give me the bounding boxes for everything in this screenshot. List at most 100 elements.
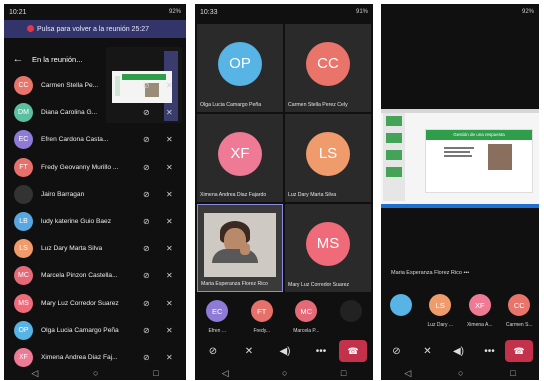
android-nav-bar: ◁ ○ □ [4,366,186,380]
camera-off-icon: ⊘ [143,162,150,172]
status-bar: 10:21 92% [4,4,186,20]
mic-off-icon: ✕ [166,325,173,335]
call-controls: ⊘ ✕ ◀) ••• ☎ [381,338,539,364]
nav-home-icon[interactable]: ○ [282,368,287,378]
avatar: EC [14,130,33,150]
participant-row[interactable]: CC Carmen Stella Pe... ⊘ ✕ [4,72,186,99]
mic-off-icon: ✕ [166,189,173,199]
video-tile[interactable]: Maria Esperanza Florez Rico [197,204,283,292]
presenter-name: Maria Esperanza Florez Rico ••• [391,270,470,276]
return-to-meeting-banner[interactable]: Pulsa para volver a la reunión 25:27 [4,20,186,38]
slide-title: Gestión de una respuesta [426,130,532,140]
participant-name: ludy katerine Guio Baez [41,218,112,226]
avatar: OP [218,41,262,86]
video-tile[interactable]: MS Mary Luz Corredor Suarez [285,204,371,292]
battery-status: 91% [355,9,368,15]
recording-dot-icon [27,25,34,32]
slide-thumbnails [383,113,405,201]
nav-recent-icon[interactable]: □ [510,368,515,378]
mic-off-icon[interactable]: ✕ [231,346,267,357]
participant-row[interactable]: EC Efren Cardona Casta... ⊘ ✕ [4,126,186,153]
avatar: CC [306,41,350,86]
hang-up-button[interactable]: ☎ [339,340,367,362]
camera-off-icon: ⊘ [143,271,150,281]
mini-participant[interactable] [329,296,374,336]
more-options-icon[interactable]: ••• [474,346,505,357]
participant-row[interactable]: LS Luz Dary Marta Silva ⊘ ✕ [4,235,186,262]
speaker-icon[interactable]: ◀) [267,346,303,357]
avatar: LB [14,212,33,232]
mini-participant[interactable] [381,290,421,330]
participant-strip: LS Luz Dary ... XF Ximena A... CC Carmen S... [381,290,539,330]
mini-participant[interactable]: CC Carmen S... [500,290,540,330]
participant-row[interactable]: MC Marcela Pinzon Castella... ⊘ ✕ [4,262,186,289]
tile-name: Luz Dary Marta Silva [288,192,337,198]
status-icons: 92% [168,9,181,15]
camera-off-icon: ⊘ [143,108,150,118]
mic-off-icon: ✕ [166,271,173,281]
hang-up-button[interactable]: ☎ [505,340,533,362]
more-options-icon[interactable]: ••• [303,346,339,357]
avatar: XF [218,131,262,176]
nav-recent-icon[interactable]: □ [153,368,158,378]
mini-participant[interactable]: XF Ximena A... [460,290,500,330]
video-tile[interactable]: OP Olga Lucia Camargo Peña [197,24,283,112]
mic-off-icon: ✕ [166,135,173,145]
participant-list: CC Carmen Stella Pe... ⊘ ✕ DM Diana Carolina … [4,72,186,371]
mini-name: Ximena A... [466,322,493,328]
mini-name: Efren ... [208,328,226,334]
nav-recent-icon[interactable]: □ [341,368,346,378]
nav-back-icon[interactable]: ◁ [404,368,411,379]
mini-name: Carmen S... [505,322,533,328]
camera-off-icon: ⊘ [143,244,150,254]
video-tile[interactable]: CC Carmen Stella Perez Cely [285,24,371,112]
participant-row[interactable]: LB ludy katerine Guio Baez ⊘ ✕ [4,208,186,235]
camera-off-icon[interactable]: ⊘ [381,346,412,357]
status-time: 10:21 [9,8,27,16]
mini-name: Fredy... [253,328,271,334]
status-time: 10:33 [200,8,218,16]
mic-off-icon[interactable]: ✕ [412,346,443,357]
nav-back-icon[interactable]: ◁ [222,368,229,379]
camera-off-icon[interactable]: ⊘ [195,346,231,357]
participant-row[interactable]: Jairo Barragan ⊘ ✕ [4,181,186,208]
camera-off-icon: ⊘ [143,216,150,226]
mini-participant[interactable]: FT Fredy... [240,296,285,336]
avatar: FT [250,300,273,322]
avatar: MC [14,266,33,286]
avatar: LS [14,239,33,259]
video-tile[interactable]: LS Luz Dary Marta Silva [285,114,371,202]
nav-home-icon[interactable]: ○ [458,368,463,378]
participant-name: Fredy Geovanny Murillo ... [41,163,119,171]
participant-row[interactable]: OP Olga Lucia Camargo Peña ⊘ ✕ [4,317,186,344]
nav-back-icon[interactable]: ◁ [31,368,38,379]
nav-home-icon[interactable]: ○ [93,368,98,378]
participant-name: Jairo Barragan [41,190,85,198]
back-arrow-icon[interactable]: ← [4,53,32,65]
android-nav-bar: ◁ ○ □ [381,366,539,380]
participant-name: Mary Luz Corredor Suarez [41,299,119,307]
participant-row[interactable]: FT Fredy Geovanny Murillo ... ⊘ ✕ [4,154,186,181]
participant-row[interactable]: DM Diana Carolina G... ⊘ ✕ [4,99,186,126]
status-bar: 92% [381,4,539,20]
shared-screen[interactable]: Gestión de una respuesta [381,109,539,208]
camera-off-icon: ⊘ [143,81,150,90]
mini-participant[interactable]: MC Marcela P... [284,296,329,336]
mini-participant[interactable]: EC Efren ... [195,296,240,336]
participant-row[interactable]: MS Mary Luz Corredor Suarez ⊘ ✕ [4,290,186,317]
slide-image [488,144,512,170]
battery-status: 92% [521,9,534,15]
participant-name: Ximena Andrea Diaz Faj... [41,353,118,361]
mini-participant[interactable]: LS Luz Dary ... [421,290,461,330]
tile-name: Maria Esperanza Florez Rico [201,281,268,287]
video-tile[interactable]: XF Ximena Andrea Diaz Fajardo [197,114,283,202]
speaker-icon[interactable]: ◀) [443,346,474,357]
avatar: EC [206,300,229,322]
mic-off-icon: ✕ [166,216,173,226]
camera-off-icon: ⊘ [143,189,150,199]
header-title: En la reunión... [32,54,83,64]
avatar: LS [429,294,452,316]
android-nav-bar: ◁ ○ □ [195,366,373,380]
avatar: XF [14,347,33,367]
participant-name: Efren Cardona Casta... [41,136,109,144]
